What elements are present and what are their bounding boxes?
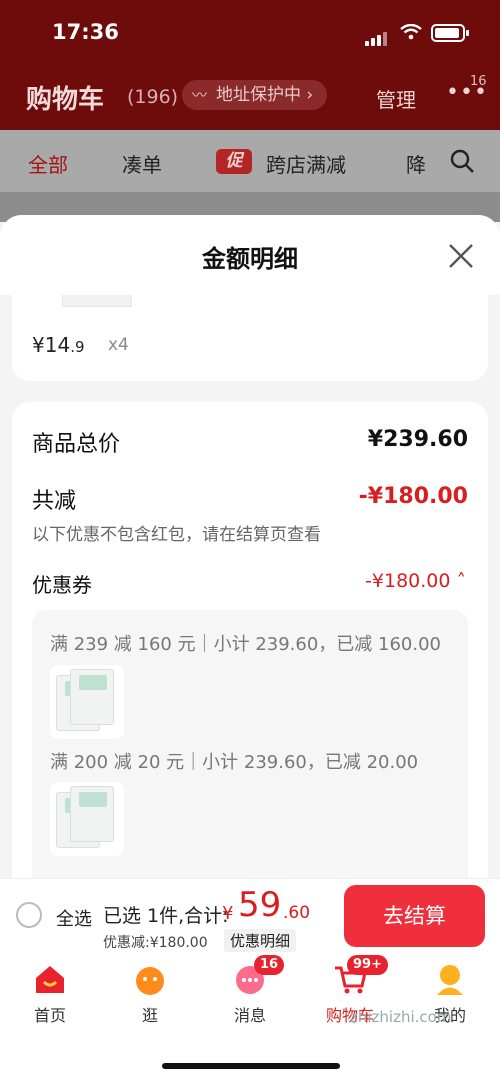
sheet-header: 金额明细 <box>0 215 500 295</box>
search-icon[interactable] <box>450 149 474 173</box>
coupon-rule: 满 200 减 20 元｜小计 239.60，已减 20.00 <box>50 752 419 773</box>
mascot-icon <box>136 967 164 995</box>
tab-cross-store[interactable]: 跨店满减 <box>266 149 346 178</box>
address-protection-pill[interactable]: 〰 地址保护中 › <box>182 80 328 110</box>
coupon-toggle[interactable]: -¥180.00 ˄ <box>365 570 466 592</box>
tab-home-label: 首页 <box>33 1006 66 1025</box>
coupon-label: 优惠券 <box>32 573 92 597</box>
more-badge: 16 <box>470 74 487 89</box>
selection-summary: 已选 1件,合计: <box>103 905 229 927</box>
total-amount: 59 <box>238 885 282 925</box>
profile-icon <box>437 965 463 995</box>
tab-all[interactable]: 全部 <box>28 149 68 178</box>
total-goods-value: ¥239.60 <box>367 427 468 452</box>
tab-messages-label: 消息 <box>233 1006 266 1025</box>
tab-home[interactable]: 首页 <box>0 952 100 1032</box>
amount-detail-sheet: 金额明细 ¥14.9 x4 商品总价 ¥239.60 共减 -¥180.00 以… <box>0 215 500 878</box>
total-goods-label: 商品总价 <box>32 432 121 457</box>
signal-icon <box>365 27 389 46</box>
tab-price-drop[interactable]: 降 <box>406 149 426 178</box>
status-bar: 17:36 <box>0 0 500 64</box>
smile-icon: 〰 <box>192 86 208 104</box>
promo-tag: 促 <box>216 149 252 174</box>
total-discount-label: 共减 <box>32 489 77 514</box>
select-all-checkbox[interactable] <box>16 902 42 928</box>
checkout-button[interactable]: 去结算 <box>344 885 485 947</box>
select-all-label[interactable]: 全选 <box>56 905 92 931</box>
tab-bundle[interactable]: 凑单 <box>122 149 162 178</box>
cart-header: 购物车 (196) 〰 地址保护中 › 管理 ••• 16 <box>0 64 500 130</box>
home-icon <box>36 966 64 993</box>
cart-count: (196) <box>127 86 179 108</box>
battery-icon <box>431 24 469 42</box>
tab-browse-label: 逛 <box>141 1006 158 1025</box>
coupon-rule: 满 239 减 160 元｜小计 239.60，已减 160.00 <box>50 634 442 655</box>
home-indicator <box>162 1063 340 1069</box>
discount-detail-button[interactable]: 优惠明细 <box>224 929 297 952</box>
checkout-bar: 全选 已选 1件,合计: ¥ 59 .60 优惠减:¥180.00 优惠明细 去… <box>0 878 500 952</box>
watermark: zhizhizhi.com <box>350 1008 452 1026</box>
close-icon[interactable] <box>448 243 474 269</box>
manage-button[interactable]: 管理 <box>376 84 416 113</box>
address-protection-label: 地址保护中 › <box>216 85 314 105</box>
page-title: 购物车 <box>26 85 105 115</box>
total-currency: ¥ <box>222 903 234 924</box>
product-thumbnail <box>50 665 124 739</box>
item-price: ¥14.9 <box>32 333 85 357</box>
tab-messages[interactable]: 16 消息 <box>200 952 300 1032</box>
cart-badge: 99+ <box>347 955 388 975</box>
discount-summary: 优惠减:¥180.00 <box>103 935 208 951</box>
product-thumbnail <box>50 782 124 856</box>
messages-badge: 16 <box>254 955 285 975</box>
price-breakdown-card: 商品总价 ¥239.60 共减 -¥180.00 以下优惠不包含红包，请在结算页… <box>12 402 488 878</box>
item-card: ¥14.9 x4 <box>12 295 488 381</box>
tab-browse[interactable]: 逛 <box>100 952 200 1032</box>
product-thumbnail <box>62 295 132 307</box>
status-time: 17:36 <box>52 20 119 44</box>
coupon-list: 满 239 减 160 元｜小计 239.60，已减 160.00 满 200 … <box>32 610 468 878</box>
discount-hint: 以下优惠不包含红包，请在结算页查看 <box>32 525 321 545</box>
wifi-icon <box>400 24 422 40</box>
total-amount-decimal: .60 <box>283 903 311 923</box>
sheet-title: 金额明细 <box>202 245 298 273</box>
item-quantity: x4 <box>108 335 129 355</box>
total-discount-value: -¥180.00 <box>358 484 468 509</box>
